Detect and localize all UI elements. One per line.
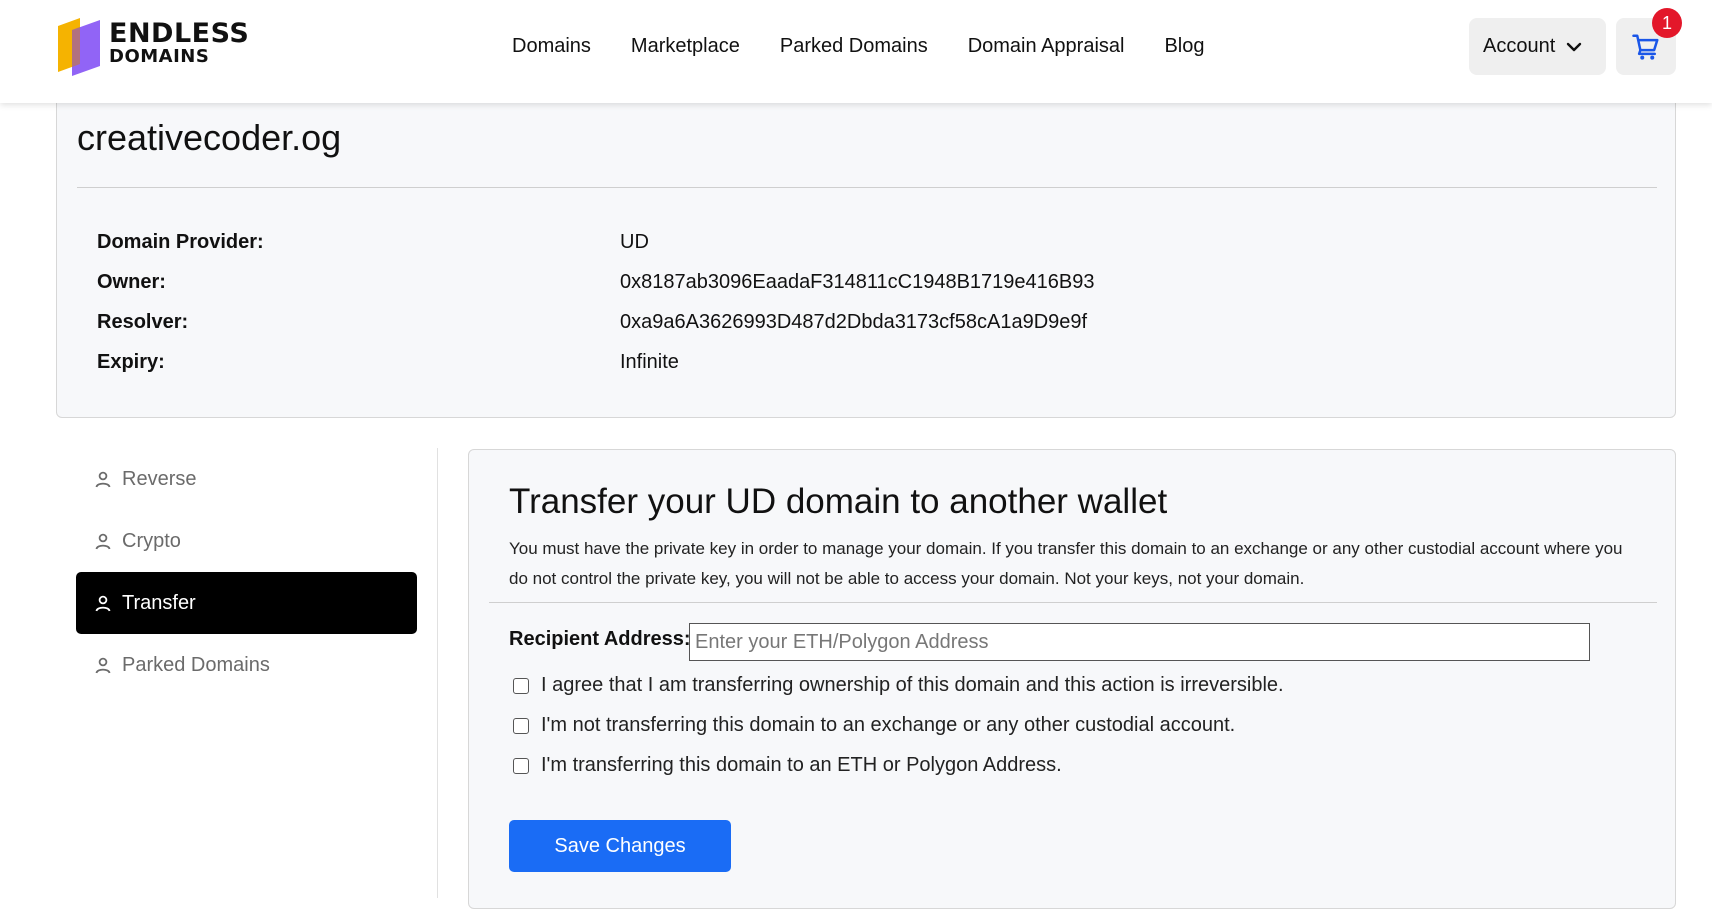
sidebar-item-crypto[interactable]: Crypto (76, 510, 417, 572)
account-label: Account (1483, 35, 1556, 57)
sidebar-item-label: Crypto (122, 529, 181, 552)
logo-line1: ENDLESS (109, 18, 250, 49)
nav-domains[interactable]: Domains (512, 32, 591, 60)
user-icon (95, 595, 111, 612)
agree-irreversible-checkbox[interactable] (513, 677, 529, 694)
info-value: UD (620, 231, 649, 253)
logo-mark-icon (58, 18, 100, 76)
nav-domain-appraisal[interactable]: Domain Appraisal (968, 32, 1125, 60)
top-header: ENDLESS DOMAINS Domains Marketplace Park… (0, 0, 1712, 103)
nav-marketplace[interactable]: Marketplace (631, 32, 740, 60)
eth-polygon-checkbox[interactable] (513, 757, 529, 774)
checkbox-label: I'm not transferring this domain to an e… (541, 714, 1236, 736)
info-label: Domain Provider: (97, 231, 264, 253)
user-icon (95, 471, 111, 488)
recipient-address-input[interactable] (689, 623, 1590, 661)
checkbox-label: I'm transferring this domain to an ETH o… (541, 754, 1062, 776)
cart-count-badge: 1 (1652, 8, 1682, 38)
user-icon (95, 657, 111, 674)
agree-irreversible-checkbox-row[interactable]: I agree that I am transferring ownership… (513, 674, 1284, 697)
account-dropdown-button[interactable]: Account (1469, 18, 1606, 75)
info-label: Owner: (97, 271, 166, 293)
not-custodial-checkbox-row[interactable]: I'm not transferring this domain to an e… (513, 714, 1235, 737)
transfer-panel: Transfer your UD domain to another walle… (468, 449, 1676, 909)
sidebar-item-reverse[interactable]: Reverse (76, 448, 417, 510)
eth-polygon-checkbox-row[interactable]: I'm transferring this domain to an ETH o… (513, 754, 1062, 777)
info-value: 0x8187ab3096EaadaF314811cC1948B1719e416B… (620, 271, 1095, 293)
nav-parked-domains[interactable]: Parked Domains (780, 32, 928, 60)
shopping-cart-icon (1632, 34, 1659, 60)
domain-info-card: creativecoder.og Domain Provider: UD Own… (56, 60, 1676, 418)
main-nav: Domains Marketplace Parked Domains Domai… (512, 32, 1244, 60)
sidebar-item-label: Transfer (122, 591, 196, 614)
sidebar-item-label: Reverse (122, 467, 197, 490)
not-custodial-checkbox[interactable] (513, 717, 529, 734)
endless-domains-logo[interactable]: ENDLESS DOMAINS (54, 14, 254, 78)
divider (489, 602, 1657, 603)
sidebar-item-transfer[interactable]: Transfer (76, 572, 417, 634)
divider (77, 187, 1657, 188)
info-label: Expiry: (97, 351, 165, 373)
info-value: Infinite (620, 351, 679, 373)
info-label: Resolver: (97, 311, 189, 333)
domain-name-title: creativecoder.og (77, 117, 342, 158)
sidebar-item-parked-domains[interactable]: Parked Domains (76, 634, 417, 696)
sidebar-item-label: Parked Domains (122, 653, 270, 676)
checkbox-label: I agree that I am transferring ownership… (541, 674, 1284, 696)
chevron-down-icon (1567, 42, 1582, 51)
info-value: 0xa9a6A3626993D487d2Dbda3173cf58cA1a9D9e… (620, 311, 1088, 333)
transfer-description: You must have the private key in order t… (509, 539, 1623, 588)
transfer-title: Transfer your UD domain to another walle… (509, 482, 1168, 521)
domain-settings-sidebar: Reverse Crypto Transfer Parked Domains (76, 448, 438, 898)
save-changes-button[interactable]: Save Changes (509, 820, 731, 872)
nav-blog[interactable]: Blog (1164, 32, 1204, 60)
recipient-address-label: Recipient Address: (509, 628, 691, 650)
logo-line2: DOMAINS (109, 46, 210, 67)
user-icon (95, 533, 111, 550)
